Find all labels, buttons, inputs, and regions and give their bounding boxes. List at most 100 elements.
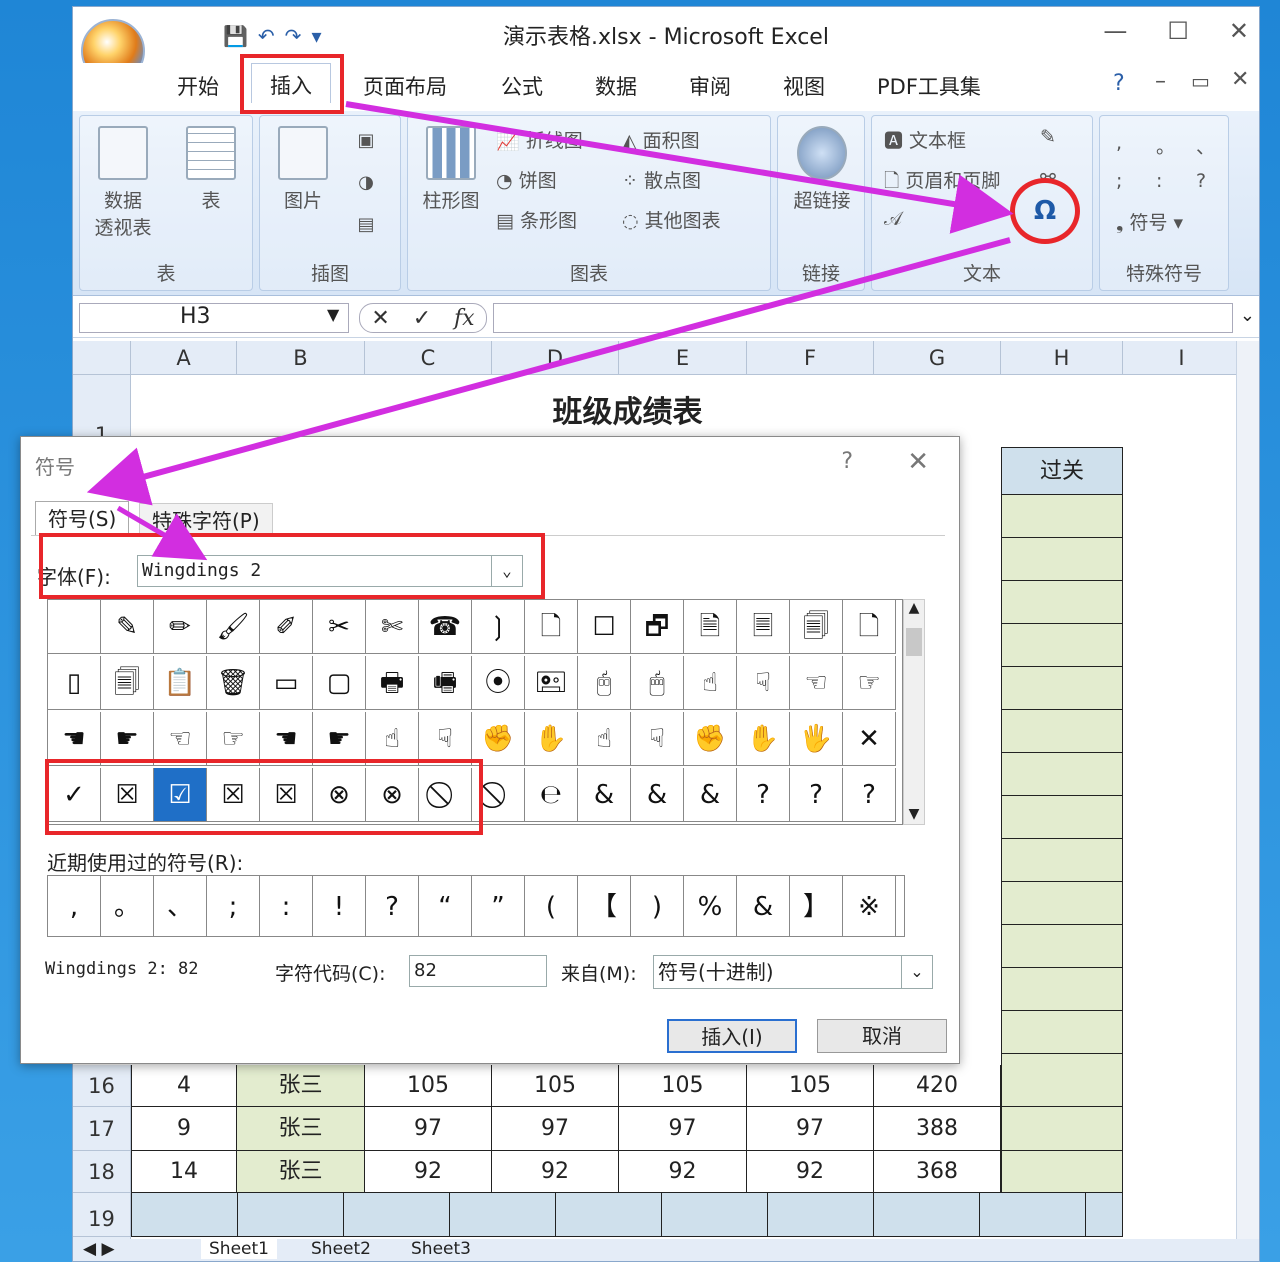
symbol-cell[interactable]: ☛: [313, 712, 366, 766]
minimize-button[interactable]: —: [1103, 17, 1127, 45]
insert-button[interactable]: 插入(I): [667, 1019, 797, 1053]
col-header-i[interactable]: I: [1123, 341, 1241, 375]
cell-a18[interactable]: 14: [131, 1151, 237, 1193]
symbol-menu-button[interactable]: ❟ 符号 ▾: [1116, 208, 1183, 235]
dialog-help-button[interactable]: ?: [841, 449, 853, 474]
clipart-icon[interactable]: ▣: [346, 130, 386, 151]
wordart-button[interactable]: 𝒜: [884, 208, 902, 230]
symbol-cell[interactable]: ☝: [578, 712, 631, 766]
row-header-17[interactable]: 17: [73, 1107, 131, 1151]
scroll-up-icon[interactable]: ▲: [904, 600, 924, 616]
recent-symbol-cell[interactable]: ”: [472, 876, 525, 936]
symbol-cell[interactable]: ▭: [260, 656, 313, 710]
special-symbol-semicolon[interactable]: ;: [1116, 170, 1122, 192]
symbol-cell[interactable]: ☜: [154, 712, 207, 766]
symbol-cell[interactable]: 🖷: [419, 656, 472, 710]
scroll-down-icon[interactable]: ▼: [904, 806, 924, 822]
col-header-a[interactable]: A: [131, 341, 237, 375]
cell-a17[interactable]: 9: [131, 1107, 237, 1151]
recent-symbol-cell[interactable]: 。: [101, 876, 154, 936]
symbol-cell[interactable]: ✂: [313, 600, 366, 654]
symbol-cell[interactable]: 🖱: [631, 656, 684, 710]
confirm-entry-icon[interactable]: ✓: [413, 306, 431, 331]
col-header-c[interactable]: C: [365, 341, 492, 375]
maximize-button[interactable]: ☐: [1167, 17, 1189, 45]
recent-symbol-cell[interactable]: 、: [154, 876, 207, 936]
cell-h16[interactable]: [1001, 1065, 1123, 1107]
sheet-tab-3[interactable]: Sheet3: [403, 1239, 479, 1259]
line-chart-button[interactable]: 📈 折线图: [496, 126, 583, 153]
cell-f17[interactable]: 97: [747, 1107, 874, 1151]
symbol-cell[interactable]: 🗋: [843, 600, 896, 654]
cancel-button[interactable]: 取消: [817, 1019, 947, 1053]
symbol-cell[interactable]: ☝: [366, 712, 419, 766]
workbook-close-icon[interactable]: ✕: [1231, 67, 1249, 92]
cell-c16[interactable]: 105: [365, 1065, 492, 1107]
cell-d18[interactable]: 92: [492, 1151, 619, 1193]
close-button[interactable]: ✕: [1229, 17, 1249, 45]
tab-special-characters[interactable]: 特殊字符(P): [139, 503, 273, 537]
tab-formulas[interactable]: 公式: [501, 71, 543, 101]
symbol-cell[interactable]: ✐: [260, 600, 313, 654]
col-header-h[interactable]: H: [1001, 341, 1123, 375]
cell-g18[interactable]: 368: [874, 1151, 1001, 1193]
tab-data[interactable]: 数据: [595, 71, 637, 101]
symbol-cell[interactable]: 🗎: [684, 600, 737, 654]
cell-e18[interactable]: 92: [619, 1151, 747, 1193]
scatter-chart-button[interactable]: ⁘ 散点图: [622, 166, 701, 193]
special-symbol-period[interactable]: 。: [1156, 132, 1175, 159]
symbol-cell[interactable]: ✄: [366, 600, 419, 654]
symbol-cell[interactable]: 🖌: [207, 600, 260, 654]
symbol-cell[interactable]: 🗏: [737, 600, 790, 654]
tab-symbols[interactable]: 符号(S): [35, 501, 130, 535]
symbol-cell[interactable]: ?: [737, 768, 790, 822]
column-chart-button[interactable]: 柱形图: [414, 126, 488, 213]
symbol-cell[interactable]: ?: [790, 768, 843, 822]
help-icon[interactable]: ?: [1113, 71, 1125, 96]
symbol-omega-button[interactable]: Ω: [1010, 178, 1080, 244]
sheet-tab-1[interactable]: Sheet1: [201, 1239, 277, 1259]
cell-b17[interactable]: 张三: [237, 1107, 365, 1151]
symbol-cell[interactable]: 🗐: [101, 656, 154, 710]
col-header-f[interactable]: F: [747, 341, 874, 375]
symbol-cell[interactable]: ✏: [154, 600, 207, 654]
symbol-cell[interactable]: 🖰: [578, 656, 631, 710]
smartart-icon[interactable]: ▤: [346, 214, 386, 235]
cell-d17[interactable]: 97: [492, 1107, 619, 1151]
ribbon-restore-icon[interactable]: ▭: [1191, 69, 1210, 93]
other-charts-button[interactable]: ◌ 其他图表: [622, 206, 721, 233]
column-h-cells[interactable]: [1001, 495, 1123, 1065]
symbol-cell[interactable]: ⦿: [472, 656, 525, 710]
tab-view[interactable]: 视图: [783, 71, 825, 101]
symbol-cell[interactable]: ☝: [684, 656, 737, 710]
special-symbol-question[interactable]: ?: [1196, 170, 1206, 192]
formula-expand-icon[interactable]: ⌄: [1240, 305, 1255, 326]
symbol-cell[interactable]: ▯: [48, 656, 101, 710]
symbol-cell[interactable]: ✊: [684, 712, 737, 766]
symbol-cell[interactable]: 🗋: [525, 600, 578, 654]
tab-home[interactable]: 开始: [177, 71, 219, 101]
symbol-cell[interactable]: &: [578, 768, 631, 822]
symbol-cell[interactable]: 🗐: [790, 600, 843, 654]
picture-button[interactable]: 图片: [268, 126, 338, 213]
symbol-cell[interactable]: ℮: [525, 768, 578, 822]
symbol-cell[interactable]: ?: [843, 768, 896, 822]
char-code-input[interactable]: 82: [409, 955, 547, 987]
recent-symbol-cell[interactable]: “: [419, 876, 472, 936]
recent-symbol-cell[interactable]: ※: [843, 876, 896, 936]
symbol-cell[interactable]: ❳: [472, 600, 525, 654]
scroll-thumb[interactable]: [906, 628, 922, 656]
symbol-cell[interactable]: ✋: [737, 712, 790, 766]
symbol-cell[interactable]: ☞: [843, 656, 896, 710]
name-box[interactable]: H3: [79, 303, 349, 333]
header-footer-button[interactable]: 🗋 页眉和页脚: [884, 166, 1000, 199]
symbol-cell[interactable]: ✊: [472, 712, 525, 766]
symbol-cell[interactable]: ✕: [843, 712, 896, 766]
symbol-cell[interactable]: [48, 600, 101, 654]
cell-a16[interactable]: 4: [131, 1065, 237, 1107]
cell-g17[interactable]: 388: [874, 1107, 1001, 1151]
recent-symbol-cell[interactable]: 【: [578, 876, 631, 936]
col-header-e[interactable]: E: [619, 341, 747, 375]
cell-f18[interactable]: 92: [747, 1151, 874, 1193]
cell-e17[interactable]: 97: [619, 1107, 747, 1151]
